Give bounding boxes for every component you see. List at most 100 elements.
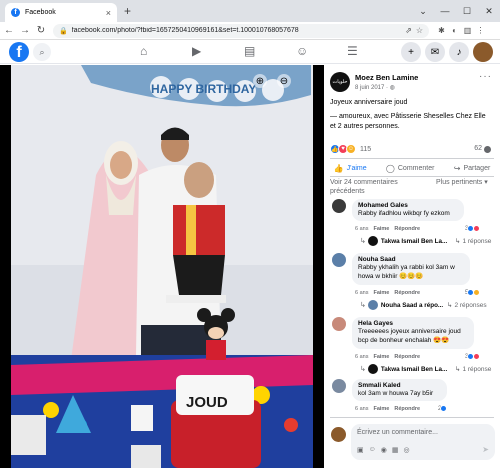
comment-time[interactable]: 6 ans xyxy=(355,226,368,232)
notifications-bell-icon[interactable]: ♪ xyxy=(449,42,469,62)
post-actions: 👍 J'aime ◯ Commenter ↪ Partager xyxy=(324,160,500,176)
reply-preview[interactable]: ↳ Nouha Saad a répo... xyxy=(360,300,445,310)
comment-author[interactable]: Mohamed Gales xyxy=(358,202,458,209)
url-text[interactable]: facebook.com/photo/?fbid=165725041096916… xyxy=(72,27,401,34)
minimize-icon[interactable]: — xyxy=(434,0,456,22)
extension-puzzle-icon[interactable]: ✱ xyxy=(435,24,448,38)
forward-icon[interactable]: → xyxy=(18,24,32,38)
share-icon[interactable]: ⇗ xyxy=(405,26,412,35)
reaction-summary[interactable]: 👍 ♥ ☺ 115 xyxy=(330,144,371,154)
reply-count[interactable]: ↳ 2 réponses xyxy=(447,301,487,309)
reply-avatar xyxy=(367,236,378,246)
reply-avatar xyxy=(367,364,378,374)
reply-count[interactable]: ↳ 1 réponse xyxy=(455,365,491,373)
maximize-icon[interactable]: ☐ xyxy=(456,0,478,22)
groups-icon[interactable]: ☺ xyxy=(296,44,308,58)
back-icon[interactable]: ← xyxy=(2,24,16,38)
menu-kebab-icon[interactable]: ⋮ xyxy=(474,24,487,38)
post-date[interactable]: 8 juin 2017 · ◍ xyxy=(355,84,395,91)
comment-input[interactable]: Écrivez un commentaire... xyxy=(357,429,438,436)
share-label: Partager xyxy=(463,164,491,172)
comment-reactions[interactable]: 3 xyxy=(465,225,481,232)
address-bar[interactable]: 🔒 facebook.com/photo/?fbid=1657250410969… xyxy=(53,23,429,38)
comment-count[interactable]: 62 xyxy=(474,145,482,152)
love-reaction-icon xyxy=(473,225,481,232)
comment-author[interactable]: Smmali Kaled xyxy=(358,382,441,389)
commenter-avatar[interactable] xyxy=(332,199,346,213)
view-previous-comments[interactable]: Voir 24 commentaires précédents xyxy=(330,178,420,196)
author-name[interactable]: Moez Ben Lamine xyxy=(355,73,418,82)
comment-reply-button[interactable]: Répondre xyxy=(394,290,420,296)
comment-like-button[interactable]: Faime xyxy=(373,354,389,360)
zoom-out-icon[interactable]: ⊖ xyxy=(277,74,291,88)
menu-icon[interactable]: ☰ xyxy=(347,44,358,58)
comment-time[interactable]: 6 ans xyxy=(355,406,368,412)
comment-button[interactable]: ◯ Commenter xyxy=(386,164,435,173)
photo-viewer[interactable]: HAPPY BIRTHDAY JOUD ⊕ ⊖ xyxy=(0,65,324,468)
watch-icon[interactable]: ▶ xyxy=(192,44,201,58)
reply-count[interactable]: ↳ 1 réponse xyxy=(455,237,491,245)
post-options-icon[interactable]: ··· xyxy=(479,71,492,82)
avatar-sticker-icon[interactable]: ◎ xyxy=(404,446,410,454)
home-icon[interactable]: ⌂ xyxy=(140,44,147,58)
emoji-icon[interactable]: ☺ xyxy=(369,446,376,454)
facebook-logo-icon[interactable]: f xyxy=(9,42,29,62)
reply-count-text: 1 réponse xyxy=(462,238,492,245)
account-avatar[interactable] xyxy=(473,42,493,62)
reply-author: Nouha Saad a répo... xyxy=(380,301,444,309)
gif-icon[interactable]: ▦ xyxy=(392,446,399,454)
like-button[interactable]: 👍 J'aime xyxy=(334,164,367,173)
commenter-avatar[interactable] xyxy=(332,317,346,331)
comment-meta: 6 ans Faime Répondre xyxy=(355,290,425,296)
tab-title: Facebook xyxy=(25,9,56,16)
sidepanel-icon[interactable]: ▥ xyxy=(461,24,474,38)
comment-author[interactable]: Hela Gayes xyxy=(358,320,468,327)
comment-like-button[interactable]: Faime xyxy=(373,406,389,412)
commenter-avatar[interactable] xyxy=(332,379,346,393)
comment-bubble: Mohamed Gales Rabby ifadhlou wikbqr fy e… xyxy=(352,199,464,221)
create-icon[interactable]: + xyxy=(401,42,421,62)
comment-like-button[interactable]: Faime xyxy=(373,290,389,296)
share-button[interactable]: ↪ Partager xyxy=(454,164,491,173)
marketplace-icon[interactable]: ▤ xyxy=(244,44,255,58)
browser-tab[interactable]: f Facebook × xyxy=(5,3,117,22)
reload-icon[interactable]: ↻ xyxy=(34,24,48,38)
current-user-avatar[interactable] xyxy=(331,427,346,442)
reaction-count[interactable]: 115 xyxy=(360,146,371,153)
comment-time[interactable]: 6 ans xyxy=(355,354,368,360)
comment-author[interactable]: Nouha Saad xyxy=(358,256,464,263)
lock-icon[interactable]: 🔒 xyxy=(59,27,68,35)
comment-like-button[interactable]: Faime xyxy=(373,226,389,232)
comment-reply-button[interactable]: Répondre xyxy=(394,354,420,360)
reply-preview[interactable]: ↳ Takwa Ismail Ben La... xyxy=(360,236,449,246)
like-reaction-icon xyxy=(440,405,448,412)
sticker-icon[interactable]: ▣ xyxy=(357,446,364,454)
like-label: J'aime xyxy=(346,164,367,172)
comment-reply-button[interactable]: Répondre xyxy=(394,406,420,412)
new-tab-button[interactable]: + xyxy=(124,4,131,18)
messenger-icon[interactable]: ✉ xyxy=(425,42,445,62)
comment-composer[interactable]: Écrivez un commentaire... ▣ ☺ ◉ ▦ ◎ ➤ xyxy=(351,424,495,460)
search-icon[interactable]: ⌕ xyxy=(33,43,51,61)
comment-reactions[interactable]: 3 xyxy=(465,353,481,360)
chevron-down-icon[interactable]: ⌄ xyxy=(412,0,434,22)
comment-reactions[interactable]: 5 xyxy=(465,289,481,296)
comment-reply-button[interactable]: Répondre xyxy=(394,226,420,232)
sort-comments-dropdown[interactable]: Plus pertinents ▾ xyxy=(436,178,494,187)
close-window-icon[interactable]: ✕ xyxy=(478,0,500,22)
comment-time[interactable]: 6 ans xyxy=(355,290,368,296)
zoom-in-icon[interactable]: ⊕ xyxy=(253,74,267,88)
comment-bubble: Nouha Saad Rabby ykhalih ya rabbi kol 3a… xyxy=(352,253,470,285)
comment-reactions[interactable]: 2 xyxy=(438,405,448,412)
send-icon[interactable]: ➤ xyxy=(482,445,489,454)
profile-icon[interactable]: ◐ xyxy=(448,24,461,38)
comment-text: Rabby ykhalih ya rabbi kol 3am w howa w … xyxy=(358,264,455,280)
camera-icon[interactable]: ◉ xyxy=(381,446,387,454)
commenter-avatar[interactable] xyxy=(332,253,346,267)
reply-preview[interactable]: ↳ Takwa Ismail Ben La... xyxy=(360,364,449,374)
post-date-text[interactable]: 8 juin 2017 · xyxy=(355,85,390,91)
bookmark-star-icon[interactable]: ☆ xyxy=(416,26,423,35)
tab-close-icon[interactable]: × xyxy=(106,8,111,18)
reply-arrow-icon: ↳ xyxy=(360,366,366,373)
author-avatar[interactable]: حلويات xyxy=(330,72,350,92)
